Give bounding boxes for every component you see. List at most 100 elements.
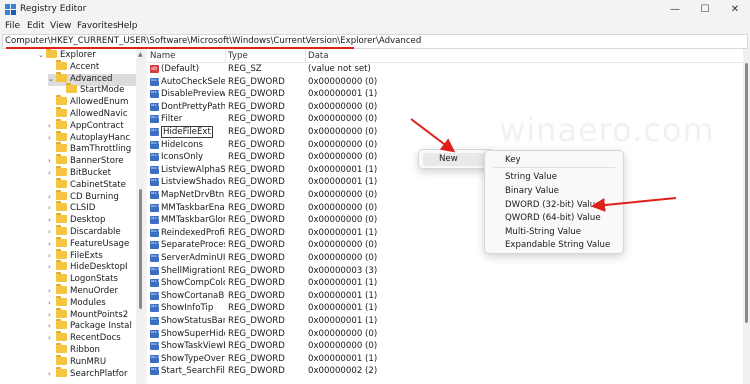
value-row[interactable]: ReindexedProfileREG_DWORD 0x00000001 (1) xyxy=(147,227,743,239)
value-row[interactable]: DontPrettyPathREG_DWORD 0x00000000 (0) xyxy=(147,101,743,113)
submenu-item-expandable-string-value[interactable]: Expandable String Value xyxy=(505,240,610,250)
value-row[interactable]: ShowCortanaBut...REG_DWORD 0x00000001 (1) xyxy=(147,290,743,302)
chevron-right-icon[interactable]: › xyxy=(48,216,56,224)
list-scrollbar[interactable] xyxy=(743,49,750,384)
menu-edit[interactable]: Edit xyxy=(27,21,44,31)
column-name[interactable]: Name xyxy=(150,51,175,61)
tree-item[interactable]: AllowedNavic xyxy=(48,107,136,121)
chevron-right-icon[interactable]: › xyxy=(48,252,56,260)
tree-item[interactable]: › Modules xyxy=(48,295,136,310)
tree-item[interactable]: › FeatureUsage xyxy=(48,236,136,251)
minimize-button[interactable]: — xyxy=(660,0,690,19)
value-row[interactable]: MapNetDrvBtnREG_DWORD 0x00000000 (0) xyxy=(147,189,743,201)
submenu-item-qword-value[interactable]: QWORD (64-bit) Value xyxy=(505,213,601,223)
value-row[interactable]: ShowSuperHidd...REG_DWORD 0x00000000 (0) xyxy=(147,328,743,340)
value-row[interactable]: ShowInfoTip REG_DWORD 0x00000001 (1) xyxy=(147,302,743,314)
tree-item[interactable]: ⌄ Advanced xyxy=(48,71,136,86)
menu-item-new[interactable] xyxy=(423,153,493,166)
chevron-right-icon[interactable]: › xyxy=(48,157,56,165)
submenu-item-binary-value[interactable]: Binary Value xyxy=(505,186,559,196)
values-list-pane[interactable]: Name Type Data winaero.com (Default)REG_… xyxy=(147,49,743,384)
chevron-right-icon[interactable]: › xyxy=(48,240,56,248)
value-row[interactable]: SeparateProcessREG_DWORD 0x00000000 (0) xyxy=(147,239,743,251)
chevron-right-icon[interactable]: › xyxy=(48,122,56,130)
value-row[interactable]: ShowTaskViewBu...REG_DWORD 0x00000000 (0) xyxy=(147,340,743,352)
maximize-button[interactable]: ☐ xyxy=(690,0,720,19)
chevron-right-icon[interactable]: › xyxy=(48,287,56,295)
tree-item[interactable]: LogonStats xyxy=(48,272,136,286)
tree-item[interactable]: AllowedEnum xyxy=(48,95,136,109)
value-row[interactable]: AutoCheckSelectREG_DWORD 0x00000000 (0) xyxy=(147,76,743,88)
column-data[interactable]: Data xyxy=(308,51,329,61)
value-row[interactable]: (Default) REG_SZ (value not set) xyxy=(147,63,743,75)
chevron-right-icon[interactable]: › xyxy=(48,370,56,378)
tree-item[interactable]: RunMRU xyxy=(48,354,136,369)
tree-item[interactable]: › BitBucket xyxy=(48,166,136,180)
tree-item[interactable]: › CLSID xyxy=(48,201,136,215)
tree-item[interactable]: › MenuOrder xyxy=(48,284,136,298)
chevron-right-icon[interactable]: › xyxy=(48,311,56,319)
tree-item[interactable]: › RecentDocs xyxy=(48,331,136,345)
tree-item[interactable]: › BannerStore xyxy=(48,154,136,168)
close-button[interactable]: ✕ xyxy=(720,0,750,19)
value-row[interactable]: MMTaskbarGlom...REG_DWORD 0x00000000 (0) xyxy=(147,214,743,226)
chevron-right-icon[interactable]: › xyxy=(48,169,56,177)
value-type: REG_DWORD xyxy=(228,265,285,276)
tree-item[interactable]: › Desktop xyxy=(48,213,136,227)
tree-item[interactable]: › CD Burning xyxy=(48,189,136,204)
tree-scroll-thumb[interactable] xyxy=(139,189,142,309)
value-row[interactable]: ShowCompColorREG_DWORD 0x00000001 (1) xyxy=(147,277,743,289)
tree-item[interactable]: › Package Instal xyxy=(48,319,136,333)
value-row[interactable]: ServerAdminUIREG_DWORD 0x00000000 (0) xyxy=(147,252,743,264)
chevron-right-icon[interactable]: › xyxy=(48,193,56,201)
menu-help[interactable]: Help xyxy=(117,21,138,31)
value-row[interactable]: DisablePreviewD...REG_DWORD 0x00000001 (1… xyxy=(147,88,743,100)
value-row[interactable]: ShellMigrationLe...REG_DWORD 0x00000003 (… xyxy=(147,265,743,277)
value-row[interactable]: Start_SearchFilesREG_DWORD 0x00000002 (2) xyxy=(147,365,743,377)
chevron-right-icon[interactable]: › xyxy=(48,134,56,142)
column-type[interactable]: Type xyxy=(228,51,248,61)
list-scroll-thumb[interactable] xyxy=(745,63,748,323)
value-row[interactable]: Filter REG_DWORD 0x00000000 (0) xyxy=(147,113,743,125)
column-divider[interactable] xyxy=(305,49,306,62)
tree-item[interactable]: Ribbon xyxy=(48,343,136,357)
tree-item[interactable]: › SearchPlatfor xyxy=(48,366,136,381)
column-divider[interactable] xyxy=(225,49,226,62)
tree-item[interactable]: › AutoplayHanc xyxy=(48,130,136,145)
value-name-edit-field[interactable]: HideFileExt xyxy=(161,126,213,138)
value-row[interactable]: ShowTypeOverlayREG_DWORD 0x00000001 (1) xyxy=(147,353,743,365)
chevron-right-icon[interactable]: › xyxy=(48,263,56,271)
tree-item[interactable]: ⌄ Explorer xyxy=(38,49,136,62)
tree-item[interactable]: › MountPoints2 xyxy=(48,307,136,322)
menu-file[interactable]: File xyxy=(5,21,20,31)
tree-item[interactable]: › AppContract xyxy=(48,118,136,133)
tree-item[interactable]: › Discardable xyxy=(48,225,136,239)
value-row[interactable]: ListviewShadowREG_DWORD 0x00000001 (1) xyxy=(147,176,743,188)
scroll-up-icon[interactable]: ▲ xyxy=(138,51,143,58)
value-row[interactable]: ShowStatusBarREG_DWORD 0x00000001 (1) xyxy=(147,315,743,327)
chevron-right-icon[interactable]: › xyxy=(48,322,56,330)
chevron-right-icon[interactable]: › xyxy=(48,228,56,236)
chevron-down-icon[interactable]: ⌄ xyxy=(48,75,56,83)
tree-item[interactable]: Accent xyxy=(48,59,136,74)
tree-item[interactable]: StartMode xyxy=(58,83,136,97)
submenu-item-string-value[interactable]: String Value xyxy=(505,172,557,182)
submenu-item-key[interactable]: Key xyxy=(505,155,521,165)
chevron-right-icon[interactable]: › xyxy=(48,299,56,307)
value-row[interactable]: MMTaskbarEnabl...REG_DWORD 0x00000000 (0) xyxy=(147,202,743,214)
tree-item[interactable]: BamThrottling xyxy=(48,142,136,156)
tree-item[interactable]: CabinetState xyxy=(48,177,136,192)
chevron-right-icon[interactable]: › xyxy=(48,334,56,342)
menu-view[interactable]: View xyxy=(50,21,71,31)
tree-item[interactable]: › HideDesktopI xyxy=(48,260,136,274)
address-bar[interactable]: Computer\HKEY_CURRENT_USER\Software\Micr… xyxy=(2,34,748,49)
tree-item[interactable]: › FileExts xyxy=(48,248,136,263)
chevron-right-icon[interactable]: › xyxy=(48,204,56,212)
submenu-item-multi-string-value[interactable]: Multi-String Value xyxy=(505,227,581,237)
chevron-down-icon[interactable]: ⌄ xyxy=(38,51,46,59)
value-row[interactable]: HideFileExt REG_DWORD 0x00000000 (0) xyxy=(147,126,743,138)
submenu-item-dword-value[interactable]: DWORD (32-bit) Value xyxy=(505,200,600,210)
tree-scrollbar[interactable]: ▲ xyxy=(137,49,144,384)
key-tree-pane[interactable]: ⌄ Explorer Accent ⌄ Advanced StartMode Allowed… xyxy=(0,49,136,384)
menu-favorites[interactable]: Favorites xyxy=(77,21,118,31)
